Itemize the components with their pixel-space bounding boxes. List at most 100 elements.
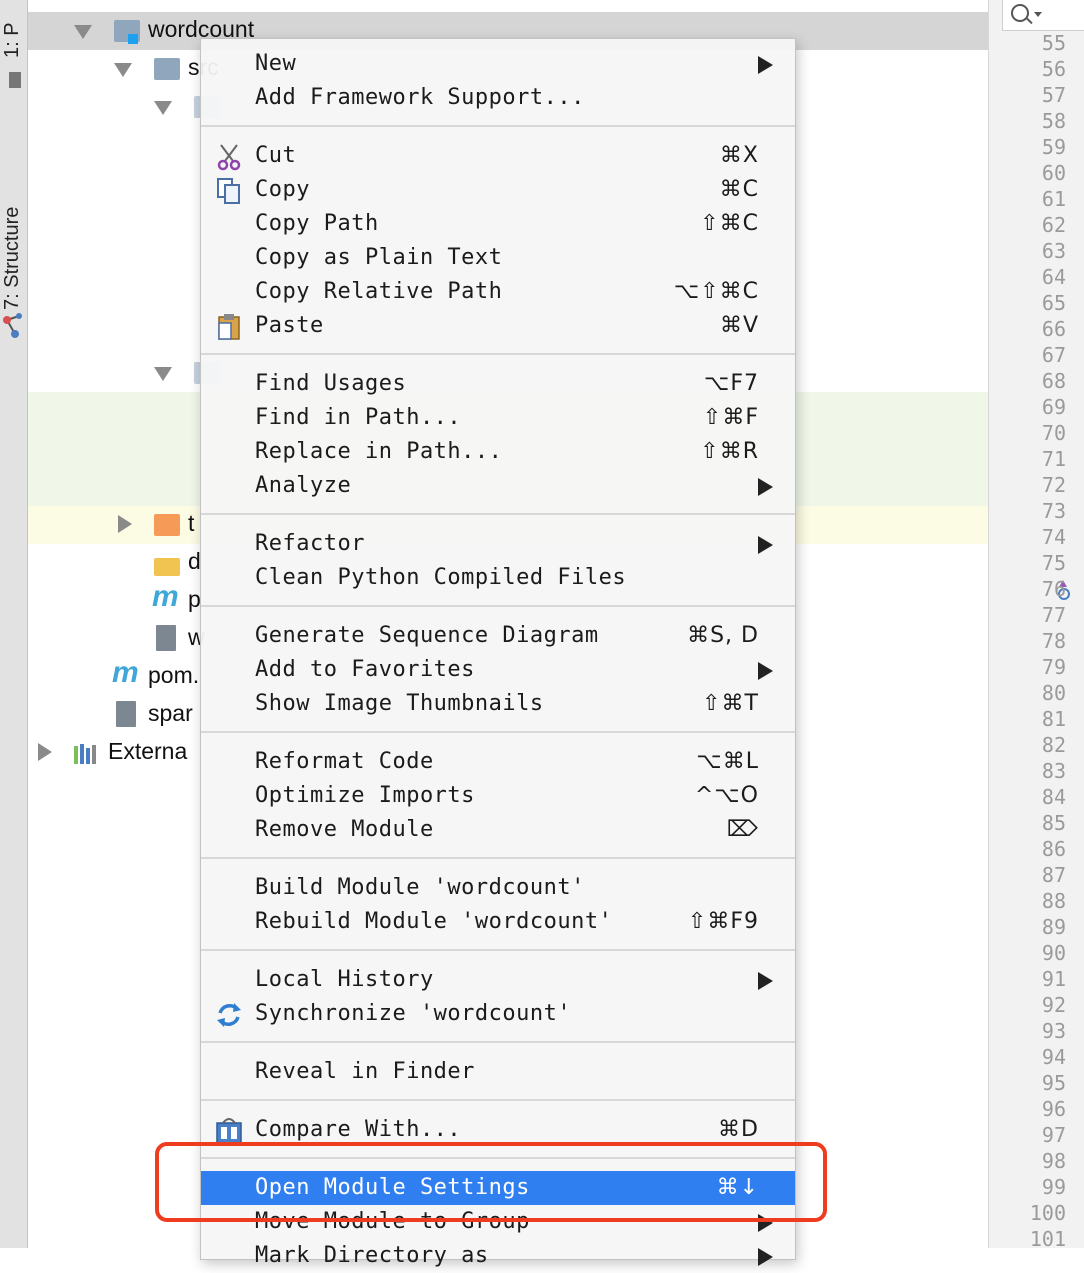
collapse-arrow-icon[interactable] — [38, 743, 52, 761]
menu-separator — [201, 949, 795, 951]
line-number: 87 — [1041, 863, 1066, 887]
menu-separator — [201, 125, 795, 127]
line-number: 68 — [1041, 369, 1066, 393]
submenu-arrow-icon — [758, 56, 773, 74]
collapse-arrow-icon[interactable] — [118, 515, 132, 533]
expand-arrow-icon[interactable] — [74, 25, 92, 39]
line-number: 69 — [1041, 395, 1066, 419]
line-number: 100 — [1029, 1201, 1066, 1225]
menu-separator — [201, 1041, 795, 1043]
line-number: 72 — [1041, 473, 1066, 497]
menu-item-label: Cut — [255, 143, 297, 168]
expand-arrow-icon[interactable] — [154, 367, 172, 381]
line-number: 82 — [1041, 733, 1066, 757]
line-number: 66 — [1041, 317, 1066, 341]
menu-item-find-in-path[interactable]: Find in Path... ⇧⌘F — [201, 401, 795, 435]
menu-item-refactor[interactable]: Refactor — [201, 527, 795, 561]
menu-item-find-usages[interactable]: Find Usages ⌥F7 — [201, 367, 795, 401]
menu-item-label: Copy as Plain Text — [255, 245, 503, 270]
menu-item-analyze[interactable]: Analyze — [201, 469, 795, 503]
line-number: 89 — [1041, 915, 1066, 939]
expand-arrow-icon[interactable] — [154, 101, 172, 115]
menu-item-reveal-in-finder[interactable]: Reveal in Finder — [201, 1055, 795, 1089]
module-folder-icon — [114, 20, 140, 44]
libraries-icon — [74, 744, 96, 764]
menu-item-label: Paste — [255, 313, 324, 338]
menu-item-reformat-code[interactable]: Reformat Code ⌥⌘L — [201, 745, 795, 779]
structure-tab[interactable]: 7: Structure — [0, 140, 26, 310]
menu-item-paste[interactable]: Paste ⌘V — [201, 309, 795, 343]
menu-item-shortcut: ⌥F7 — [703, 371, 759, 396]
menu-item-show-image-thumbnails[interactable]: Show Image Thumbnails ⇧⌘T — [201, 687, 795, 721]
menu-separator — [201, 1099, 795, 1101]
menu-item-local-history[interactable]: Local History — [201, 963, 795, 997]
submenu-arrow-icon — [758, 478, 773, 496]
line-number: 74 — [1041, 525, 1066, 549]
search-field[interactable] — [1002, 0, 1084, 31]
menu-item-copy-as-plain-text[interactable]: Copy as Plain Text — [201, 241, 795, 275]
menu-item-label: Remove Module — [255, 817, 434, 842]
menu-separator — [201, 857, 795, 859]
menu-item-shortcut: ⌘C — [719, 177, 759, 202]
menu-item-optimize-imports[interactable]: Optimize Imports ^⌥O — [201, 779, 795, 813]
line-number: 94 — [1041, 1045, 1066, 1069]
menu-item-label: Copy Relative Path — [255, 279, 503, 304]
menu-item-remove-module[interactable]: Remove Module ⌦ — [201, 813, 795, 847]
menu-item-shortcut: ⌘X — [719, 143, 759, 168]
menu-item-cut[interactable]: Cut ⌘X — [201, 139, 795, 173]
line-number: 73 — [1041, 499, 1066, 523]
excluded-folder-icon — [154, 514, 180, 536]
structure-icon — [3, 313, 22, 338]
menu-item-mark-directory-as[interactable]: Mark Directory as — [201, 1239, 795, 1273]
menu-item-label: Copy Path — [255, 211, 379, 236]
expand-arrow-icon[interactable] — [114, 63, 132, 77]
line-number: 70 — [1041, 421, 1066, 445]
compare-icon — [215, 1117, 243, 1144]
line-number: 64 — [1041, 265, 1066, 289]
line-number: 76 — [1041, 577, 1066, 601]
line-number: 57 — [1041, 83, 1066, 107]
menu-item-build-module-wordcount[interactable]: Build Module 'wordcount' — [201, 871, 795, 905]
line-number: 81 — [1041, 707, 1066, 731]
menu-item-replace-in-path[interactable]: Replace in Path... ⇧⌘R — [201, 435, 795, 469]
menu-item-synchronize-wordcount[interactable]: Synchronize 'wordcount' — [201, 997, 795, 1031]
menu-item-add-to-favorites[interactable]: Add to Favorites — [201, 653, 795, 687]
menu-item-new[interactable]: New — [201, 47, 795, 81]
tree-label: t — [188, 510, 195, 536]
menu-separator — [201, 731, 795, 733]
menu-item-label: Analyze — [255, 473, 352, 498]
menu-item-label: Replace in Path... — [255, 439, 503, 464]
menu-item-copy-path[interactable]: Copy Path ⇧⌘C — [201, 207, 795, 241]
submenu-arrow-icon — [758, 972, 773, 990]
sync-icon — [215, 1001, 243, 1027]
line-number: 75 — [1041, 551, 1066, 575]
line-number: 79 — [1041, 655, 1066, 679]
tree-label: p — [188, 586, 201, 612]
maven-icon: m — [152, 580, 179, 613]
menu-item-add-framework-support[interactable]: Add Framework Support... — [201, 81, 795, 115]
line-number: 101 — [1029, 1227, 1066, 1251]
line-number: 60 — [1041, 161, 1066, 185]
menu-item-label: Generate Sequence Diagram — [255, 623, 599, 648]
menu-item-copy[interactable]: Copy ⌘C — [201, 173, 795, 207]
line-number: 63 — [1041, 239, 1066, 263]
line-number: 58 — [1041, 109, 1066, 133]
menu-item-label: New — [255, 51, 297, 76]
menu-item-shortcut: ⇧⌘T — [702, 691, 759, 716]
project-tab[interactable]: 1: P — [0, 0, 26, 60]
menu-item-shortcut: ⌥⇧⌘C — [673, 279, 759, 304]
menu-item-copy-relative-path[interactable]: Copy Relative Path ⌥⇧⌘C — [201, 275, 795, 309]
submenu-arrow-icon — [758, 662, 773, 680]
menu-item-rebuild-module-wordcount[interactable]: Rebuild Module 'wordcount' ⇧⌘F9 — [201, 905, 795, 939]
project-tab-label: 1: P — [1, 22, 23, 58]
line-number: 98 — [1041, 1149, 1066, 1173]
menu-item-label: Find Usages — [255, 371, 407, 396]
tree-label: pom. — [148, 662, 200, 688]
menu-item-shortcut: ⇧⌘R — [700, 439, 759, 464]
menu-item-clean-python-compiled-files[interactable]: Clean Python Compiled Files — [201, 561, 795, 595]
line-number: 84 — [1041, 785, 1066, 809]
folder-icon — [154, 58, 180, 80]
menu-item-generate-sequence-diagram[interactable]: Generate Sequence Diagram ⌘S, D — [201, 619, 795, 653]
line-numbers: 55 56 57 58 59 60 61 62 63 64 65 66 67 68 69 70 71 72 73 74… — [996, 30, 1066, 1252]
highlight-callout — [155, 1142, 827, 1222]
